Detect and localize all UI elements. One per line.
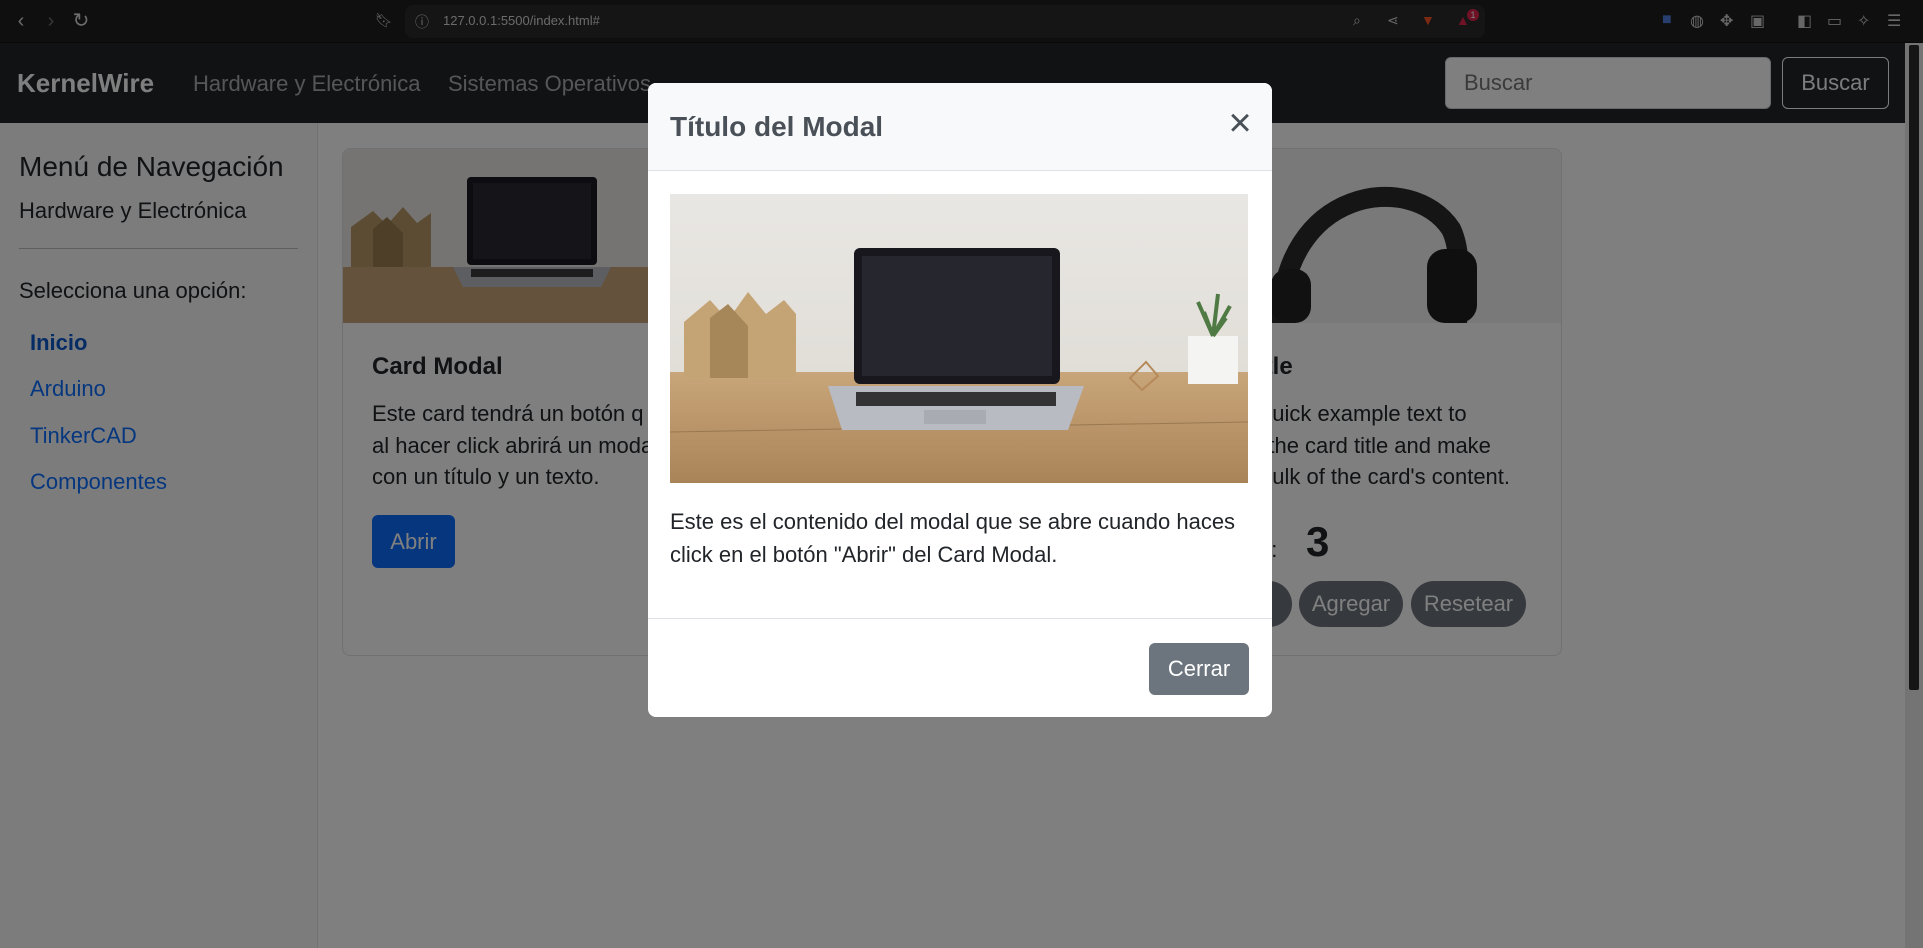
modal-title: Título del Modal xyxy=(670,111,884,142)
modal-dialog: Título del Modal × Este es el contenido … xyxy=(648,83,1272,717)
modal-body-text: Este es el contenido del modal que se ab… xyxy=(670,509,1236,567)
close-x-icon[interactable]: × xyxy=(1222,103,1258,143)
modal-image xyxy=(670,194,1248,483)
close-modal-button[interactable]: Cerrar xyxy=(1149,643,1249,695)
